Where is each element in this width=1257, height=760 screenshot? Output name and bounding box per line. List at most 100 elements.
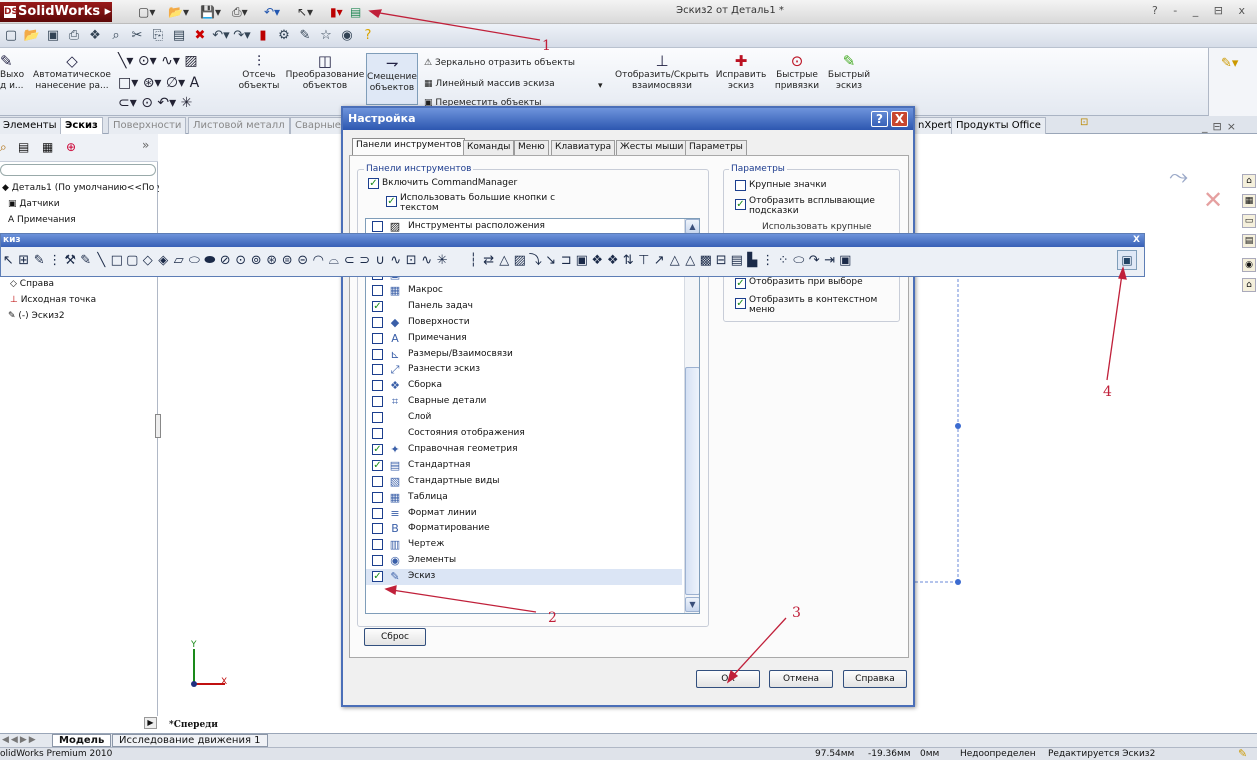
- tree-item-part[interactable]: ◆ Деталь1 (По умолчанию<<По у: [2, 183, 162, 193]
- tab-model[interactable]: Модель: [52, 734, 112, 747]
- sketch-tool-icon[interactable]: ↷: [807, 250, 823, 272]
- sketch-tool-icon[interactable]: ⌓: [327, 250, 343, 272]
- list-item[interactable]: ◉ Элементы: [366, 553, 682, 569]
- sketch-tool-icon[interactable]: ⁘: [776, 250, 792, 272]
- sketch-tool-icon[interactable]: ⋮: [761, 250, 777, 272]
- select-icon[interactable]: ↖▾: [297, 4, 313, 20]
- list-item[interactable]: ✓ ✦ Справочная геометрия: [366, 442, 682, 458]
- print-preview-icon[interactable]: ⌕: [107, 27, 125, 45]
- rapid-sketch-button[interactable]: ✎ Быстрый эскиз: [824, 52, 874, 92]
- enable-cm-checkbox[interactable]: ✓: [368, 178, 379, 189]
- sketch-tool-icon[interactable]: ▤: [730, 250, 746, 272]
- sketch-tool-icon[interactable]: ∪: [373, 250, 389, 272]
- save-icon[interactable]: ▣: [44, 27, 62, 45]
- select-icon[interactable]: ☆: [317, 27, 335, 45]
- tab-options[interactable]: Параметры: [685, 140, 747, 155]
- sketch-tool-icon[interactable]: ∿: [420, 250, 436, 272]
- sketch-tool-icon[interactable]: ⊂: [342, 250, 358, 272]
- sketch-tool-icon[interactable]: □: [110, 250, 126, 272]
- tab-menus[interactable]: Меню: [514, 140, 549, 155]
- tree-item-right-plane[interactable]: ◇ Справа: [10, 279, 54, 289]
- sketch-tool-icon[interactable]: ╲: [94, 250, 110, 272]
- sketch-tool-icon[interactable]: ⇅: [621, 250, 637, 272]
- copy-icon[interactable]: ⎘: [149, 27, 167, 45]
- cut-icon[interactable]: ✂: [128, 27, 146, 45]
- sketch-tool-icon[interactable]: ⇄: [482, 250, 498, 272]
- list-item-checkbox[interactable]: [372, 284, 383, 296]
- file-explorer-icon[interactable]: ▭: [1242, 214, 1256, 228]
- cancel-sketch-icon[interactable]: ✕: [1203, 186, 1223, 214]
- list-item-checkbox[interactable]: [372, 380, 383, 392]
- tab-surfaces[interactable]: Поверхности: [108, 117, 187, 134]
- delete-icon[interactable]: ✖: [191, 27, 209, 45]
- new-file-icon[interactable]: ▢▾: [138, 4, 155, 20]
- sketch-tool-icon[interactable]: ⊟: [714, 250, 730, 272]
- sketch-tool-icon[interactable]: ▙: [745, 250, 761, 272]
- list-item-checkbox[interactable]: ✓: [372, 459, 383, 471]
- sketch-tool-icon[interactable]: ◇: [141, 250, 157, 272]
- sketch-tool-icon[interactable]: ▢: [125, 250, 141, 272]
- options-icon[interactable]: ▤: [350, 4, 361, 20]
- list-item[interactable]: ⊾ Размеры/Взаимосвязи: [366, 347, 682, 363]
- show-on-select-checkbox[interactable]: ✓: [735, 278, 746, 289]
- sketch-tool-icon[interactable]: ↖: [1, 250, 17, 272]
- offset-entities-button[interactable]: ⇁ Смещение объектов: [366, 53, 418, 105]
- sketch-tool-icon[interactable]: ┆: [466, 250, 482, 272]
- sketch-tool-icon[interactable]: ✎: [79, 250, 95, 272]
- list-item[interactable]: ▧ Стандартные виды: [366, 474, 682, 490]
- sketch-tool-icon[interactable]: ⚒: [63, 250, 79, 272]
- sketch-tool-icon[interactable]: ✎: [32, 250, 48, 272]
- tab-navigation-icon[interactable]: ◀◀▶▶: [2, 735, 38, 745]
- tree-item-annotations[interactable]: A Примечания: [8, 215, 76, 225]
- scroll-down-icon[interactable]: ▼: [685, 597, 699, 612]
- flyout-icon[interactable]: ⊡: [1080, 117, 1088, 128]
- doc-window-controls[interactable]: _⊟×: [1202, 120, 1241, 133]
- quick-tips-icon[interactable]: ✎: [1238, 748, 1247, 760]
- config-manager-icon[interactable]: ▦: [42, 140, 53, 154]
- list-item[interactable]: B Форматирование: [366, 521, 682, 537]
- rectangle-icon[interactable]: □▾ ⊛▾ ∅▾ A: [118, 74, 199, 92]
- list-item-checkbox[interactable]: ✓: [372, 300, 383, 312]
- sketch-tool-icon[interactable]: ⊞: [17, 250, 33, 272]
- property-manager-icon[interactable]: ▤: [18, 140, 29, 154]
- auto-dimension-button[interactable]: ◇ Автоматическое нанесение ра...: [32, 52, 112, 92]
- list-item-checkbox[interactable]: [372, 539, 383, 551]
- tab-keyboard[interactable]: Клавиатура: [551, 140, 616, 155]
- sketch-tool-icon[interactable]: ⊃: [358, 250, 374, 272]
- show-tooltips-checkbox[interactable]: ✓: [735, 199, 746, 210]
- list-item-checkbox[interactable]: [372, 364, 383, 376]
- tab-mouse-gestures[interactable]: Жесты мыши: [616, 140, 688, 155]
- sketch-tool-icon[interactable]: ⊐: [559, 250, 575, 272]
- sketch-tool-icon[interactable]: ✳: [435, 250, 451, 272]
- print-icon[interactable]: ⎙: [65, 27, 83, 45]
- new-icon[interactable]: ▢: [2, 27, 20, 45]
- list-item[interactable]: ✓ Панель задач: [366, 299, 682, 315]
- repair-sketch-button[interactable]: ✚ Исправить эскиз: [714, 52, 768, 92]
- sketch-tool-icon[interactable]: ⊝: [296, 250, 312, 272]
- list-scrollbar[interactable]: ▲ ▼: [684, 219, 699, 613]
- sketch-tool-icon[interactable]: ⋮: [48, 250, 64, 272]
- large-icons-checkbox[interactable]: [735, 180, 746, 191]
- sketch-tool-icon[interactable]: △: [668, 250, 684, 272]
- window-controls[interactable]: ? - _ ⊟ x: [1152, 4, 1251, 17]
- custom-properties-icon[interactable]: ⌂: [1242, 278, 1256, 292]
- convert-entities-button[interactable]: ◫ Преобразование объектов: [285, 52, 365, 92]
- sketch-tool-icon[interactable]: ⤵: [528, 250, 544, 272]
- list-item[interactable]: A Примечания: [366, 331, 682, 347]
- tools-icon[interactable]: ✎▾: [1221, 56, 1238, 71]
- tab-features[interactable]: Элементы: [0, 117, 62, 134]
- appearances-icon[interactable]: ◉: [1242, 258, 1256, 272]
- tree-item-sketch[interactable]: ✎ (-) Эскиз2: [8, 311, 65, 321]
- paste-icon[interactable]: ▤: [170, 27, 188, 45]
- tab-weldments[interactable]: Сварные: [290, 117, 346, 134]
- sketch-tool-icon[interactable]: ⬭: [792, 250, 808, 272]
- floating-toolbar-title[interactable]: киз X: [1, 234, 1144, 247]
- scroll-thumb[interactable]: [685, 367, 699, 595]
- confirmation-corner-icon[interactable]: ⤳: [1169, 162, 1188, 190]
- list-item-checkbox[interactable]: [372, 412, 383, 424]
- scroll-up-icon[interactable]: ▲: [685, 219, 699, 234]
- sketch-tool-icon[interactable]: ▣: [575, 250, 591, 272]
- sketch-tool-icon[interactable]: ◠: [311, 250, 327, 272]
- list-item[interactable]: ❖ Сборка: [366, 378, 682, 394]
- list-item-checkbox[interactable]: ✓: [372, 571, 383, 583]
